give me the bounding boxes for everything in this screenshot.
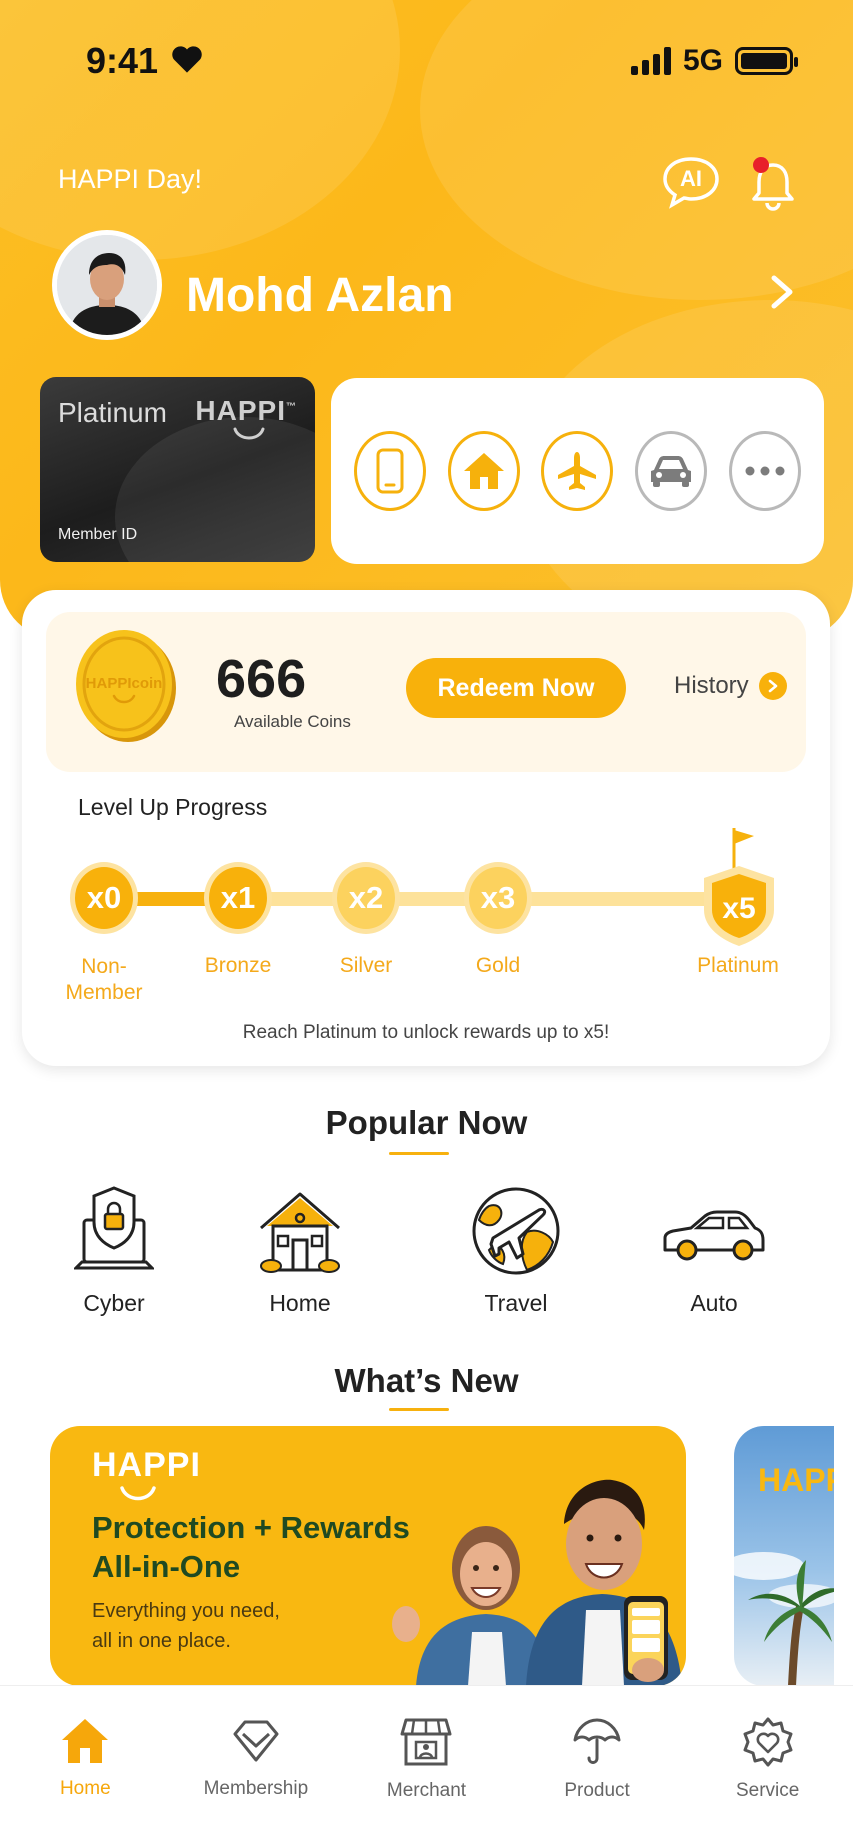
level-name-platinum: Platinum [697, 954, 779, 977]
status-time: 9:41 [86, 40, 159, 81]
user-photo [57, 235, 157, 335]
more-icon [745, 466, 785, 476]
quick-action-home[interactable] [447, 431, 520, 511]
palm-tree-illustration [734, 1552, 834, 1686]
tab-home[interactable]: Home [10, 1716, 160, 1844]
level-name-silver: Silver [339, 954, 393, 977]
plane-icon [558, 452, 597, 490]
globe-plane-icon [472, 1187, 560, 1275]
tab-label-service: Service [735, 1780, 800, 1801]
tab-label-product: Product [564, 1780, 630, 1801]
banner-brand: HAPPI [92, 1446, 201, 1501]
popular-label-auto: Auto [690, 1290, 738, 1316]
banner-subtitle: Everything you need, all in one place. [92, 1600, 280, 1652]
happi-coin-icon: HAPPIcoin [76, 630, 176, 742]
promo-banner[interactable]: HAPPI Protection + Rewards All-in-One Ev… [50, 1426, 686, 1686]
notification-bell-icon[interactable] [748, 155, 798, 211]
quick-action-phone[interactable] [353, 431, 426, 511]
tab-product[interactable]: Product [522, 1716, 672, 1844]
home-tab-icon [62, 1719, 109, 1763]
level-name-gold: Gold [475, 954, 521, 977]
user-name[interactable]: Mohd Azlan [186, 268, 454, 323]
diamond-icon [233, 1720, 279, 1762]
phone-icon [376, 448, 404, 494]
whats-new-underline [389, 1408, 449, 1411]
promo-banner-secondary[interactable]: HAPP [734, 1426, 834, 1686]
banner2-brand: HAPP [758, 1462, 834, 1498]
history-label: History [674, 672, 749, 699]
greeting-text: HAPPI Day! [58, 164, 203, 194]
tab-label-merchant: Merchant [386, 1780, 467, 1801]
membership-card[interactable]: Platinum HAPPI™ Member ID [40, 377, 315, 562]
notification-dot [753, 157, 769, 173]
banner-title: Protection + Rewards All-in-One [92, 1510, 410, 1584]
gear-heart-icon [743, 1717, 793, 1767]
car-icon [651, 456, 692, 487]
car-outline-icon [663, 1210, 765, 1261]
storefront-icon [400, 1718, 452, 1766]
coins-summary: HAPPIcoin 666 Available Coins Redeem Now… [46, 612, 806, 772]
quick-action-more[interactable] [729, 431, 802, 511]
redeem-now-button[interactable]: Redeem Now [406, 658, 626, 718]
tab-service[interactable]: Service [693, 1716, 843, 1844]
coin-count: 666 [216, 649, 307, 709]
level-x5: x5 [722, 892, 755, 925]
tab-merchant[interactable]: Merchant [351, 1716, 501, 1844]
popular-item-cyber[interactable]: Cyber [54, 1184, 174, 1317]
card-brand-logo: HAPPI™ [195, 395, 297, 440]
popular-label-home: Home [269, 1290, 331, 1316]
avatar[interactable] [52, 230, 162, 340]
quick-action-auto[interactable] [635, 431, 708, 511]
level-x1: x1 [204, 862, 272, 934]
signal-icon [630, 47, 671, 75]
platinum-shield-icon: x5 [704, 828, 774, 946]
member-id-label: Member ID [58, 526, 138, 543]
quick-action-travel[interactable] [541, 431, 614, 511]
cyber-shield-icon [74, 1186, 154, 1270]
available-coins-label: Available Coins [234, 712, 351, 731]
level-x2: x2 [332, 862, 400, 934]
card-tier: Platinum [58, 397, 167, 428]
popular-now-title: Popular Now [325, 1104, 528, 1141]
smile-icon [233, 427, 265, 440]
popular-label-cyber: Cyber [83, 1290, 145, 1316]
happy-couple-illustration [392, 1479, 682, 1686]
ai-label: AI [680, 166, 702, 191]
bottom-tab-bar: Home Membership Merchant Product Service [0, 1685, 853, 1844]
coin-text: HAPPIcoin [86, 675, 163, 692]
coins-card: HAPPIcoin 666 Available Coins Redeem Now… [22, 590, 830, 1066]
ai-assistant-icon[interactable]: AI [660, 155, 722, 209]
umbrella-icon [573, 1718, 621, 1764]
network-type: 5G [682, 44, 723, 77]
popular-now-underline [389, 1152, 449, 1155]
chevron-right-circle-icon [758, 672, 787, 700]
level-progress-title: Level Up Progress [78, 794, 268, 820]
level-progress-note: Reach Platinum to unlock rewards up to x… [242, 1022, 610, 1043]
popular-item-auto[interactable]: Auto [654, 1184, 774, 1317]
level-x0: x0 [70, 862, 138, 934]
popular-label-travel: Travel [484, 1290, 548, 1316]
whats-new-title: What’s New [334, 1362, 519, 1399]
tab-label-home: Home [59, 1778, 111, 1799]
home-icon [463, 453, 504, 489]
battery-icon [735, 47, 798, 75]
quick-actions-panel [331, 378, 824, 564]
level-x3: x3 [464, 862, 532, 934]
status-indicators: 5G [630, 44, 798, 78]
popular-item-travel[interactable]: Travel [456, 1184, 576, 1317]
chevron-right-icon[interactable] [766, 272, 798, 312]
house-icon [260, 1192, 340, 1273]
smile-icon [120, 1486, 156, 1501]
popular-item-home[interactable]: Home [240, 1184, 360, 1317]
tab-label-membership: Membership [203, 1778, 309, 1799]
history-link[interactable]: History [674, 672, 787, 700]
tab-membership[interactable]: Membership [181, 1716, 331, 1844]
level-name-bronze: Bronze [204, 954, 272, 977]
heart-icon [172, 46, 202, 73]
level-name-non-member: Non- Member [65, 955, 143, 1004]
